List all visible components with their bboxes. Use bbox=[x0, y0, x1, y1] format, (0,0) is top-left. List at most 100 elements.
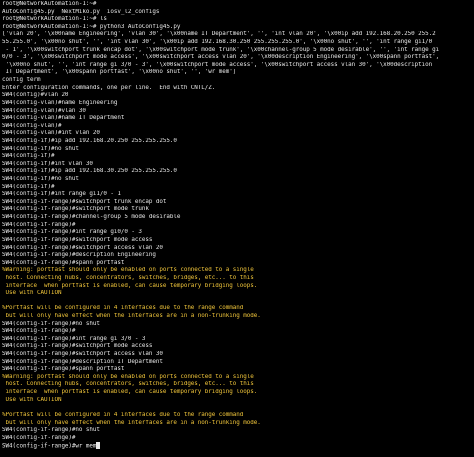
terminal-line: SW4(config-if)#int vlan 30 bbox=[2, 161, 474, 169]
terminal-line: SW4(config-if)# bbox=[2, 184, 474, 192]
terminal-line-text: %Portfast will be configured in 4 interf… bbox=[2, 411, 244, 418]
terminal-line-text: root@NetworkAutomation-1:~# ls bbox=[2, 16, 107, 23]
terminal-line: '\x00no shut', '', 'int range gi 3/0 - 3… bbox=[2, 62, 474, 70]
terminal-line: SW4(config-if-range)#switchport access v… bbox=[2, 351, 474, 359]
terminal-line: SW4(config-if-range)#switchport mode tru… bbox=[2, 206, 474, 214]
terminal-line: SW4(config-if-range)#no shut bbox=[2, 321, 474, 329]
terminal-line-text: %Warning: portfast should only be enable… bbox=[2, 267, 254, 274]
terminal-line-text: IT Department', '\x00spann portfast', '\… bbox=[2, 69, 237, 76]
terminal-line-text: root@NetworkAutomation-1:~# python3 Auto… bbox=[2, 23, 181, 30]
terminal-window[interactable]: root@NetworkAutomation-1:~# AutoConfig45… bbox=[0, 0, 474, 457]
terminal-line-text: SW4(config-if)#ip add 192.168.20.250 255… bbox=[2, 137, 177, 144]
terminal-line-text: SW4(config-vlan)#vlan 30 bbox=[2, 107, 86, 114]
terminal-line: SW4(config-if-range)#wr mem bbox=[2, 442, 474, 450]
terminal-line: interface when portfast is enabled, can … bbox=[2, 283, 474, 291]
terminal-line: SW4(config-if)# bbox=[2, 153, 474, 161]
terminal-line: interface when portfast is enabled, can … bbox=[2, 389, 474, 397]
terminal-line: %Portfast will be configured in 4 interf… bbox=[2, 412, 474, 420]
terminal-line: SW4(config-if-range)#switchport access v… bbox=[2, 245, 474, 253]
terminal-line-text: SW4(config-if)# bbox=[2, 153, 55, 160]
terminal-line-text: SW4(config-if-range)#int range gi 3/0 - … bbox=[2, 335, 146, 342]
terminal-line-text: but will only have effect when the inter… bbox=[2, 419, 261, 426]
terminal-line-text: SW4(config-if)#no shut bbox=[2, 145, 79, 152]
terminal-line-text: SW4(config-if-range)#switchport mode tru… bbox=[2, 206, 149, 213]
terminal-line-text: SW4(config-if-range)#switchport trunk en… bbox=[2, 198, 167, 205]
terminal-line: IT Department', '\x00spann portfast', '\… bbox=[2, 69, 474, 77]
terminal-line-text: SW4(config-if-range)#switchport mode acc… bbox=[2, 343, 153, 350]
terminal-line-text: ['vlan 20', '\x00name Engineering', 'vla… bbox=[2, 31, 436, 38]
terminal-line: SW4(config-if-range)# bbox=[2, 328, 474, 336]
terminal-line-text: Enter configuration commands, one per li… bbox=[2, 84, 216, 91]
terminal-line-text: SW4(config-if-range)#description Enginee… bbox=[2, 252, 156, 259]
terminal-line: root@NetworkAutomation-1:~# ls bbox=[2, 16, 474, 24]
terminal-line-text: SW4(config-if-range)#no shut bbox=[2, 427, 100, 434]
terminal-line: SW4(config)#vlan 20 bbox=[2, 92, 474, 100]
terminal-line-text: SW4(config-if-range)#channel-group 5 mod… bbox=[2, 214, 181, 221]
terminal-line: SW4(config-vlan)#name Engineering bbox=[2, 100, 474, 108]
terminal-line-text: SW4(config-if)#no shut bbox=[2, 176, 79, 183]
terminal-line: SW4(config-if)#ip add 192.168.30.250 255… bbox=[2, 168, 474, 176]
terminal-line: %Warning: portfast should only be enable… bbox=[2, 267, 474, 275]
terminal-line: SW4(config-if)#no shut bbox=[2, 146, 474, 154]
terminal-line: - 1', '\x00switchport trunk encap dot', … bbox=[2, 47, 474, 55]
terminal-line: SW4(config-if-range)#switchport mode acc… bbox=[2, 237, 474, 245]
terminal-line: SW4(config-if-range)#switchport trunk en… bbox=[2, 199, 474, 207]
text-cursor bbox=[96, 442, 100, 449]
terminal-line: SW4(config-vlan)#vlan 30 bbox=[2, 108, 474, 116]
terminal-line: SW4(config-if-range)#spann portfast bbox=[2, 366, 474, 374]
terminal-line: root@NetworkAutomation-1:~# python3 Auto… bbox=[2, 24, 474, 32]
terminal-line-text: SW4(config-if)#int vlan 30 bbox=[2, 160, 93, 167]
terminal-line: 55.255.0', '\x00no shut', '', 'int vlan … bbox=[2, 39, 474, 47]
terminal-line-text: SW4(config-if-range)#switchport access v… bbox=[2, 351, 163, 358]
terminal-line-text: 55.255.0', '\x00no shut', '', 'int vlan … bbox=[2, 39, 433, 46]
terminal-line-text: interface when portfast is enabled, can … bbox=[2, 389, 258, 396]
terminal-line-text: config term bbox=[2, 77, 41, 84]
terminal-line-text: but will only have effect when the inter… bbox=[2, 312, 261, 319]
terminal-line: SW4(config-if-range)#int range gi 3/0 - … bbox=[2, 336, 474, 344]
terminal-line-text: SW4(config-if)# bbox=[2, 183, 55, 190]
terminal-line-text: SW4(config-if-range)#wr mem bbox=[2, 443, 97, 450]
terminal-line: SW4(config-if-range)#int range gi0/0 - 3 bbox=[2, 229, 474, 237]
terminal-line: SW4(config-vlan)# bbox=[2, 123, 474, 131]
terminal-line-text: SW4(config-if-range)#int range gi0/0 - 3 bbox=[2, 229, 142, 236]
terminal-line-text: host. Connecting hubs, concentrators, sw… bbox=[2, 381, 254, 388]
terminal-line: SW4(config-if-range)# bbox=[2, 222, 474, 230]
terminal-line-text: Use with CAUTION bbox=[2, 396, 62, 403]
terminal-line: ['vlan 20', '\x00name Engineering', 'vla… bbox=[2, 31, 474, 39]
terminal-line-text: Use with CAUTION bbox=[2, 290, 62, 297]
terminal-line-text: SW4(config-vlan)#int vlan 20 bbox=[2, 130, 100, 137]
terminal-line: SW4(config-if-range)#description IT Depa… bbox=[2, 359, 474, 367]
terminal-line-text: SW4(config-if-range)# bbox=[2, 434, 76, 441]
terminal-line-text: SW4(config-if-range)#spann portfast bbox=[2, 259, 125, 266]
terminal-line-text: %Warning: portfast should only be enable… bbox=[2, 373, 254, 380]
terminal-line: host. Connecting hubs, concentrators, sw… bbox=[2, 381, 474, 389]
terminal-line: 0/0 - 3', '\x00switchport mode access', … bbox=[2, 54, 474, 62]
terminal-line: Use with CAUTION bbox=[2, 397, 474, 405]
terminal-line: AutoConfig45.py NextMiko.py iosv_l2_conf… bbox=[2, 9, 474, 17]
terminal-line-text: SW4(config-if-range)# bbox=[2, 221, 76, 228]
terminal-line-text: interface when portfast is enabled, can … bbox=[2, 282, 258, 289]
terminal-line: SW4(config-if-range)#spann portfast bbox=[2, 260, 474, 268]
terminal-line: %Portfast will be configured in 4 interf… bbox=[2, 305, 474, 313]
terminal-line-text: SW4(config-vlan)#name Engineering bbox=[2, 99, 118, 106]
terminal-line-text: - 1', '\x00switchport trunk encap dot', … bbox=[2, 46, 440, 53]
terminal-line-text: %Portfast will be configured in 4 interf… bbox=[2, 305, 244, 312]
terminal-line: SW4(config-if)#int range gi1/0 - 1 bbox=[2, 191, 474, 199]
terminal-line-text: 0/0 - 3', '\x00switchport mode access', … bbox=[2, 54, 440, 61]
terminal-line-text: SW4(config-vlan)#name IT Department bbox=[2, 115, 125, 122]
terminal-line: %Warning: portfast should only be enable… bbox=[2, 374, 474, 382]
terminal-line: but will only have effect when the inter… bbox=[2, 420, 474, 428]
terminal-line-text: AutoConfig45.py NextMiko.py iosv_l2_conf… bbox=[2, 8, 160, 15]
terminal-line-text: SW4(config-if-range)#no shut bbox=[2, 320, 100, 327]
terminal-line: SW4(config-vlan)#int vlan 20 bbox=[2, 130, 474, 138]
terminal-line-text: SW4(config-if-range)#spann portfast bbox=[2, 366, 125, 373]
terminal-line: Use with CAUTION bbox=[2, 290, 474, 298]
terminal-line-text: SW4(config-if)#ip add 192.168.30.250 255… bbox=[2, 168, 177, 175]
terminal-line-text: SW4(config)#vlan 20 bbox=[2, 92, 69, 99]
terminal-output: root@NetworkAutomation-1:~# AutoConfig45… bbox=[2, 1, 474, 450]
terminal-line: SW4(config-if)#no shut bbox=[2, 176, 474, 184]
terminal-line: SW4(config-if-range)#no shut bbox=[2, 427, 474, 435]
terminal-line-text: SW4(config-if-range)#switchport access v… bbox=[2, 244, 163, 251]
terminal-line-text: SW4(config-vlan)# bbox=[2, 122, 62, 129]
